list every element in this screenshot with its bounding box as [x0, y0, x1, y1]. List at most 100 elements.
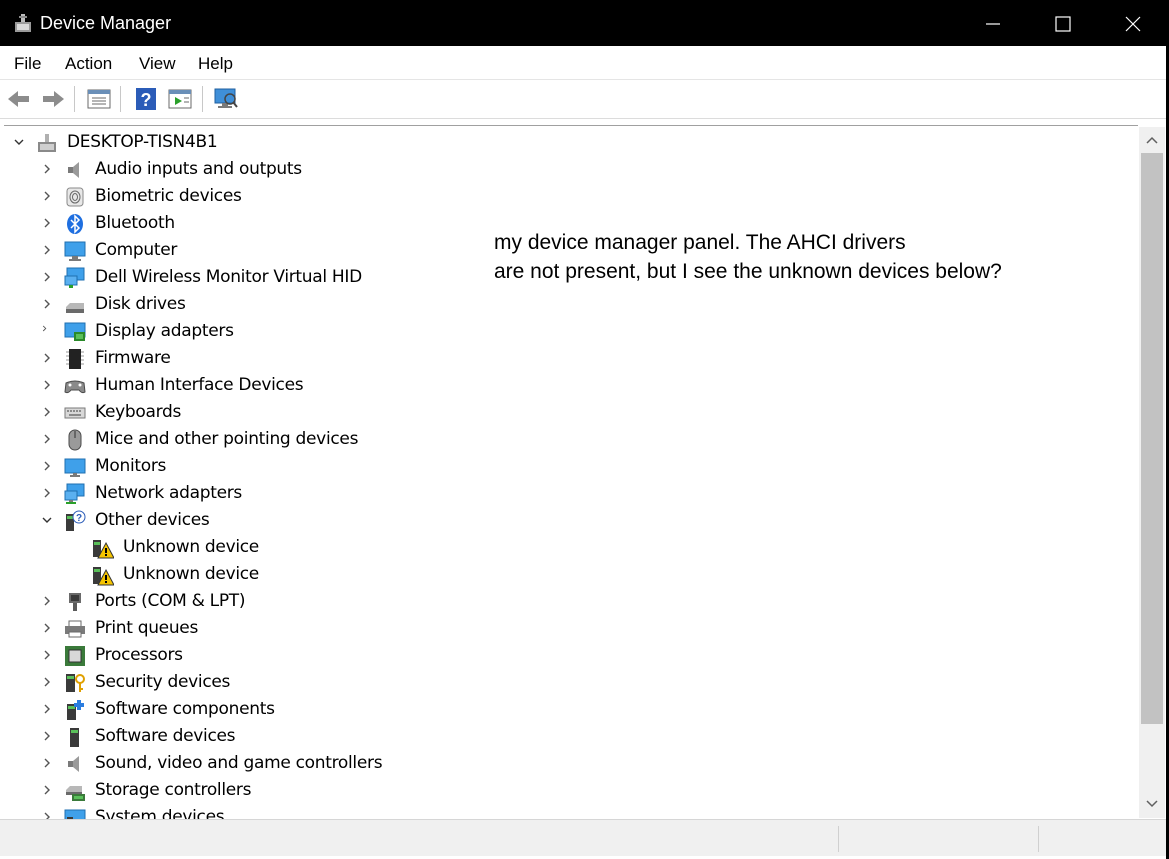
tree-root-label: DESKTOP-TISN4B1 — [67, 132, 218, 152]
title-bar[interactable]: Device Manager — [0, 0, 1169, 46]
tree-root-row[interactable]: DESKTOP-TISN4B1 — [4, 129, 1134, 156]
tree-item-ports[interactable]: Ports (COM & LPT) — [4, 588, 1134, 615]
tree-item-unknown-device[interactable]: Unknown device — [4, 534, 1134, 561]
menu-action[interactable]: Action — [65, 54, 112, 74]
tree-item-disk-drives[interactable]: Disk drives — [4, 291, 1134, 318]
tree-item-monitors[interactable]: Monitors — [4, 453, 1134, 480]
network-adapter-icon — [64, 483, 85, 504]
tree-item-keyboards[interactable]: Keyboards — [4, 399, 1134, 426]
tree-item-label: Sound, video and game controllers — [95, 753, 383, 773]
tree-item-label: Security devices — [95, 672, 231, 692]
chevron-right-icon[interactable] — [40, 621, 54, 635]
tree-item-human-interface-devices[interactable]: Human Interface Devices — [4, 372, 1134, 399]
chevron-right-icon[interactable] — [40, 783, 54, 797]
forward-icon[interactable] — [40, 86, 66, 112]
mouse-icon — [68, 429, 82, 451]
chevron-right-icon[interactable] — [40, 270, 54, 284]
chevron-right-icon[interactable] — [40, 675, 54, 689]
tree-item-label: Processors — [95, 645, 183, 665]
tree-item-system-devices[interactable]: System devices — [4, 804, 1134, 819]
warning-device-icon — [93, 567, 114, 586]
menu-view[interactable]: View — [139, 54, 176, 74]
close-button[interactable] — [1098, 0, 1168, 46]
maximize-button[interactable] — [1028, 0, 1098, 46]
update-driver-icon[interactable] — [167, 86, 193, 112]
tree-item-software-devices[interactable]: Software devices — [4, 723, 1134, 750]
tree-item-security-devices[interactable]: Security devices — [4, 669, 1134, 696]
scroll-down-icon[interactable] — [1139, 793, 1165, 815]
device-manager-app-icon — [15, 14, 31, 32]
tree-item-network-adapters[interactable]: Network adapters — [4, 480, 1134, 507]
tree-item-software-components[interactable]: Software components — [4, 696, 1134, 723]
scroll-up-icon[interactable] — [1139, 129, 1165, 151]
chevron-right-icon[interactable] — [40, 351, 54, 365]
tree-item-label: Unknown device — [123, 564, 259, 584]
tree-item-print-queues[interactable]: Print queues — [4, 615, 1134, 642]
status-divider — [838, 826, 839, 852]
network-monitor-icon — [64, 267, 85, 288]
storage-controller-icon — [66, 786, 85, 801]
tree-item-audio[interactable]: Audio inputs and outputs — [4, 156, 1134, 183]
tree-item-mice[interactable]: Mice and other pointing devices — [4, 426, 1134, 453]
chevron-right-icon[interactable] — [40, 297, 54, 311]
tree-item-sound-video-game[interactable]: Sound, video and game controllers — [4, 750, 1134, 777]
tree-item-other-devices[interactable]: ? Other devices — [4, 507, 1134, 534]
chevron-right-icon[interactable] — [40, 432, 54, 446]
tree-item-label: Firmware — [95, 348, 171, 368]
chevron-right-icon[interactable] — [40, 243, 54, 257]
chevron-down-icon[interactable] — [12, 135, 26, 149]
chevron-right-icon[interactable] — [40, 648, 54, 662]
tree-item-label: Biometric devices — [95, 186, 242, 206]
minimize-icon — [986, 23, 1000, 25]
annotation-line: my device manager panel. The AHCI driver… — [494, 231, 906, 254]
tree-item-firmware[interactable]: Firmware — [4, 345, 1134, 372]
tree-item-unknown-device[interactable]: Unknown device — [4, 561, 1134, 588]
help-icon[interactable]: ? — [133, 86, 159, 112]
software-component-icon — [67, 700, 84, 720]
properties-icon[interactable] — [86, 86, 112, 112]
chevron-right-icon[interactable] — [40, 756, 54, 770]
speaker-icon — [68, 756, 79, 772]
menu-file[interactable]: File — [14, 54, 41, 74]
status-bar — [0, 819, 1169, 856]
chevron-right-icon[interactable] — [40, 405, 54, 419]
warning-device-icon — [93, 540, 114, 559]
toolbar-separator — [74, 86, 75, 112]
scan-hardware-icon[interactable] — [213, 86, 239, 112]
chevron-down-icon[interactable] — [40, 513, 54, 527]
tree-item-label: Network adapters — [95, 483, 242, 503]
svg-text:?: ? — [76, 513, 82, 524]
bluetooth-icon — [67, 214, 83, 234]
annotation-line: are not present, but I see the unknown d… — [494, 260, 1002, 283]
chevron-right-icon[interactable] — [40, 486, 54, 500]
tree-item-label: Print queues — [95, 618, 199, 638]
tree-item-processors[interactable]: Processors — [4, 642, 1134, 669]
tree-item-label: Bluetooth — [95, 213, 175, 233]
vertical-scrollbar[interactable] — [1139, 127, 1165, 818]
back-icon[interactable] — [6, 86, 32, 112]
tree-item-label: Computer — [95, 240, 178, 260]
menu-bar: File Action View Help — [0, 46, 1169, 80]
chevron-right-icon[interactable] — [40, 162, 54, 176]
chevron-right-icon[interactable] — [40, 216, 54, 230]
tree-item-storage-controllers[interactable]: Storage controllers — [4, 777, 1134, 804]
chevron-right-icon[interactable] — [40, 702, 54, 716]
computer-icon — [64, 241, 86, 261]
fingerprint-icon — [66, 187, 84, 207]
tree-item-display-adapters[interactable]: Display adapters — [4, 318, 1134, 345]
display-adapter-icon — [64, 322, 86, 341]
scrollbar-thumb[interactable] — [1141, 153, 1163, 724]
toolbar: ? — [0, 80, 1169, 119]
chevron-right-icon[interactable] — [40, 189, 54, 203]
menu-help[interactable]: Help — [198, 54, 233, 74]
disk-drive-icon — [66, 303, 84, 313]
minimize-button[interactable] — [958, 0, 1028, 46]
chevron-right-icon[interactable] — [40, 810, 54, 819]
close-icon — [1125, 16, 1141, 32]
chevron-right-icon[interactable] — [40, 594, 54, 608]
chevron-right-icon[interactable] — [40, 324, 54, 338]
chevron-right-icon[interactable] — [40, 459, 54, 473]
tree-item-biometric[interactable]: Biometric devices — [4, 183, 1134, 210]
chevron-right-icon[interactable] — [40, 378, 54, 392]
chevron-right-icon[interactable] — [40, 729, 54, 743]
